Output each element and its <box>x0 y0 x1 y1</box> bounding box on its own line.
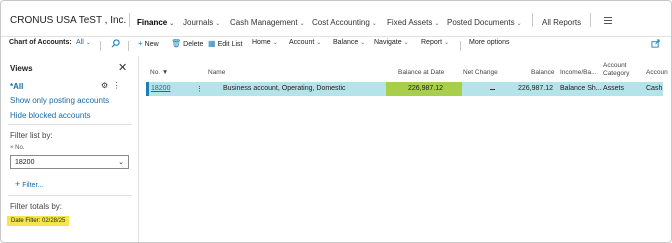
nav-cash-management[interactable]: Cash Management ⌄ <box>230 18 305 27</box>
col-header-income-balance[interactable]: Income/Ba... <box>560 69 597 77</box>
view-all[interactable]: *All <box>10 82 23 91</box>
row-selection-indicator <box>146 82 149 96</box>
edit-list-icon: ▦ <box>208 39 216 48</box>
table-row[interactable]: 18200 ⋮ Business account, Operating, Dom… <box>146 82 663 96</box>
divider <box>8 124 132 125</box>
balance-menu[interactable]: Balance ⌄ <box>333 39 365 46</box>
chevron-down-icon: ⌄ <box>516 21 522 27</box>
view-show-posting[interactable]: Show only posting accounts <box>10 96 109 105</box>
company-name[interactable]: CRONUS USA TeST , Inc. <box>10 15 126 26</box>
col-header-account-subcategory[interactable]: Accoun <box>646 69 668 77</box>
app-window: CRONUS USA TeST , Inc. Finance ⌄ Journals… <box>0 0 672 243</box>
chevron-down-icon: ⌄ <box>299 21 305 27</box>
col-header-balance[interactable]: Balance <box>531 69 555 77</box>
row-name[interactable]: Business account, Operating, Domestic <box>223 85 346 92</box>
nav-journals[interactable]: Journals ⌄ <box>183 18 220 27</box>
chevron-down-icon: ⌄ <box>444 40 450 46</box>
nav-fixed-assets[interactable]: Fixed Assets ⌄ <box>387 18 439 27</box>
action-divider <box>460 41 461 51</box>
chevron-down-icon: ⌄ <box>169 21 175 27</box>
nav-cost-accounting[interactable]: Cost Accounting ⌄ <box>312 18 377 27</box>
divider <box>8 195 132 196</box>
filter-totals-label: Filter totals by: <box>10 202 63 211</box>
trash-icon: 🗑 <box>171 39 182 48</box>
row-balance-at-date[interactable]: 226,987.12 <box>408 85 443 92</box>
chevron-down-icon: ⌄ <box>272 40 278 46</box>
action-divider <box>100 41 101 51</box>
share-icon[interactable] <box>651 39 660 50</box>
accounts-grid: No. ▼ Name Balance at Date Net Change Ba… <box>146 56 671 242</box>
col-header-account-category[interactable]: Account Category <box>603 62 629 78</box>
hamburger-icon[interactable] <box>604 17 612 26</box>
view-hide-blocked[interactable]: Hide blocked accounts <box>10 111 91 120</box>
close-icon[interactable]: ✕ <box>118 61 127 74</box>
row-income-balance[interactable]: Balance Sh... <box>560 85 602 92</box>
date-filter-chip[interactable]: Date Filter: 02/28/25 <box>7 216 70 226</box>
filter-list-label: Filter list by: <box>10 131 53 140</box>
nav-finance[interactable]: Finance ⌄ <box>137 18 174 27</box>
chevron-down-icon: ⌄ <box>371 21 377 27</box>
chevron-down-icon: ⌄ <box>118 159 124 166</box>
row-menu-icon[interactable]: ⋮ <box>196 85 203 93</box>
nav-divider <box>532 13 533 27</box>
col-header-net-change[interactable]: Net Change <box>463 69 498 77</box>
more-icon[interactable]: ⋮ <box>113 81 121 90</box>
chevron-down-icon: ⌄ <box>360 40 366 46</box>
col-header-no[interactable]: No. ▼ <box>150 69 168 77</box>
filter-value-field[interactable]: 18200 ⌄ <box>10 155 129 169</box>
views-title: Views <box>10 64 33 73</box>
plus-icon: + <box>15 179 21 189</box>
navigate-menu[interactable]: Navigate ⌄ <box>374 39 409 46</box>
filter-pane: Views ✕ *All ⚙ ⋮ Show only posting accou… <box>1 56 139 242</box>
row-balance[interactable]: 226,987.12 <box>518 85 553 92</box>
add-filter-link[interactable]: + Filter... <box>15 179 43 189</box>
nav-all-reports[interactable]: All Reports <box>542 18 581 27</box>
chevron-down-icon: ⌄ <box>434 21 440 27</box>
row-account-subcategory[interactable]: Cash <box>646 85 662 92</box>
nav-divider <box>129 13 130 27</box>
chevron-down-icon: ⌄ <box>316 40 322 46</box>
row-net-change[interactable] <box>490 89 495 90</box>
save-view-icon[interactable]: ⚙ <box>101 81 108 90</box>
more-options-button[interactable]: More options <box>469 39 509 46</box>
nav-divider <box>590 13 591 27</box>
nav-posted-documents[interactable]: Posted Documents ⌄ <box>447 18 522 27</box>
col-header-balance-at-date[interactable]: Balance at Date <box>398 69 444 77</box>
search-icon[interactable] <box>111 39 120 50</box>
filter-field-label[interactable]: × No. <box>10 145 25 151</box>
home-menu[interactable]: Home ⌄ <box>252 39 278 46</box>
view-filter-dropdown[interactable]: All ⌄ <box>76 39 91 46</box>
page-caption: Chart of Accounts: <box>9 39 72 46</box>
action-bar: Chart of Accounts: All ⌄ + New 🗑 Delete ▦ Ed… <box>1 37 671 53</box>
row-account-category[interactable]: Assets <box>603 85 624 92</box>
chevron-down-icon: ⌄ <box>403 40 409 46</box>
col-header-name[interactable]: Name <box>208 69 225 77</box>
report-menu[interactable]: Report ⌄ <box>421 39 449 46</box>
chevron-down-icon: ⌄ <box>85 40 91 46</box>
action-divider <box>128 41 129 51</box>
new-button[interactable]: + New <box>138 39 159 48</box>
chevron-down-icon: ⌄ <box>215 21 221 27</box>
plus-icon: + <box>138 39 143 48</box>
edit-list-button[interactable]: ▦ Edit List <box>208 39 242 48</box>
account-menu[interactable]: Account ⌄ <box>289 39 321 46</box>
row-no-link[interactable]: 18200 <box>151 85 170 92</box>
view-actions: ⚙ ⋮ <box>101 81 121 90</box>
delete-button[interactable]: 🗑 Delete <box>171 39 203 48</box>
top-navigation: CRONUS USA TeST , Inc. Finance ⌄ Journals… <box>1 1 671 37</box>
